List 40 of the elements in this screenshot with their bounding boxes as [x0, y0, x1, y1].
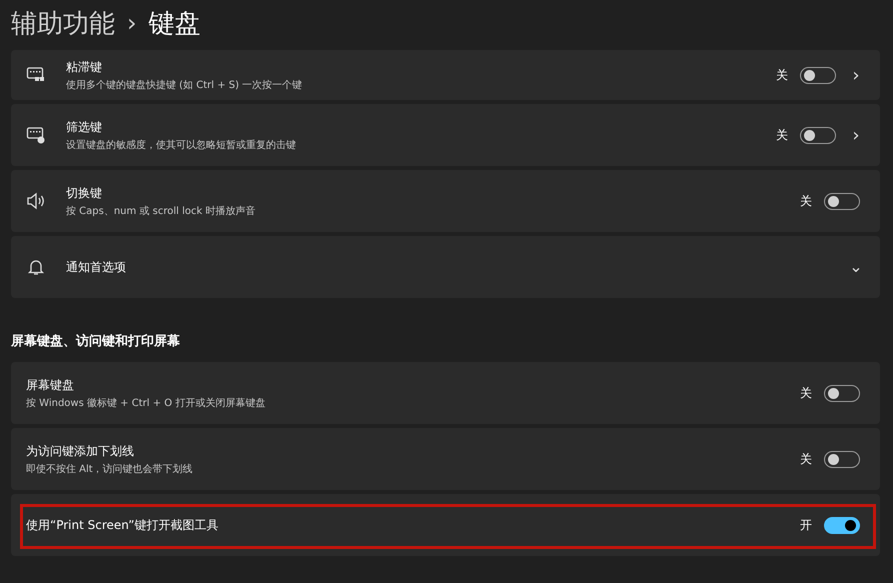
chevron[interactable]: › [846, 124, 866, 146]
page-title: 键盘 [148, 8, 201, 40]
setting-title: 使用“Print Screen”键打开截图工具 [26, 516, 220, 534]
setting-title: 筛选键 [66, 118, 103, 136]
breadcrumb-separator: › [127, 9, 137, 37]
section-heading: 屏幕键盘、访问键和打印屏幕 [11, 332, 181, 351]
toggle-state-label: 关 [800, 192, 812, 210]
setting-title: 为访问键添加下划线 [26, 442, 135, 460]
toggle-switch[interactable] [800, 126, 836, 144]
setting-description: 使用多个键的键盘快捷键 (如 Ctrl + S) 一次按一个键 [66, 78, 304, 92]
toggle-state-label: 关 [800, 384, 812, 402]
toggle-state-label: 开 [800, 516, 812, 534]
setting-description: 即使不按住 Alt，访问键也会带下划线 [26, 462, 194, 476]
toggle-state-label: 关 [776, 66, 788, 84]
toggle-switch[interactable] [824, 192, 860, 210]
speaker-icon [26, 191, 46, 211]
toggle-state-label: 关 [800, 450, 812, 468]
toggle-switch[interactable] [824, 516, 860, 534]
setting-card[interactable]: 粘滞键 使用多个键的键盘快捷键 (如 Ctrl + S) 一次按一个键 关 › [11, 50, 880, 100]
toggle-switch[interactable] [800, 66, 836, 84]
setting-title: 屏幕键盘 [26, 376, 75, 394]
toggle-switch[interactable] [824, 450, 860, 468]
setting-title: 切换键 [66, 184, 103, 202]
keyboard-icon [26, 125, 46, 145]
setting-title: 通知首选项 [66, 258, 127, 276]
setting-description: 按 Windows 徽标键 + Ctrl + O 打开或关闭屏幕键盘 [26, 396, 266, 410]
expand-chevron[interactable]: ⌄ [846, 262, 866, 272]
setting-description: 设置键盘的敏感度，使其可以忽略短暂或重复的击键 [66, 138, 297, 152]
setting-card[interactable]: 筛选键 设置键盘的敏感度，使其可以忽略短暂或重复的击键 关 › [11, 104, 880, 166]
setting-card[interactable]: 使用“Print Screen”键打开截图工具 开 [11, 494, 880, 556]
setting-card[interactable]: 为访问键添加下划线 即使不按住 Alt，访问键也会带下划线 关 [11, 428, 880, 490]
setting-title: 粘滞键 [66, 58, 103, 76]
toggle-switch[interactable] [824, 384, 860, 402]
toggle-state-label: 关 [776, 126, 788, 144]
setting-card[interactable]: 切换键 按 Caps、num 或 scroll lock 时播放声音 关 [11, 170, 880, 232]
setting-card[interactable]: 屏幕键盘 按 Windows 徽标键 + Ctrl + O 打开或关闭屏幕键盘 关 [11, 362, 880, 424]
breadcrumb-parent[interactable]: 辅助功能 [11, 6, 115, 40]
setting-card[interactable]: 通知首选项 ⌄ [11, 236, 880, 298]
setting-description: 按 Caps、num 或 scroll lock 时播放声音 [66, 204, 256, 218]
chevron[interactable]: › [846, 64, 866, 86]
